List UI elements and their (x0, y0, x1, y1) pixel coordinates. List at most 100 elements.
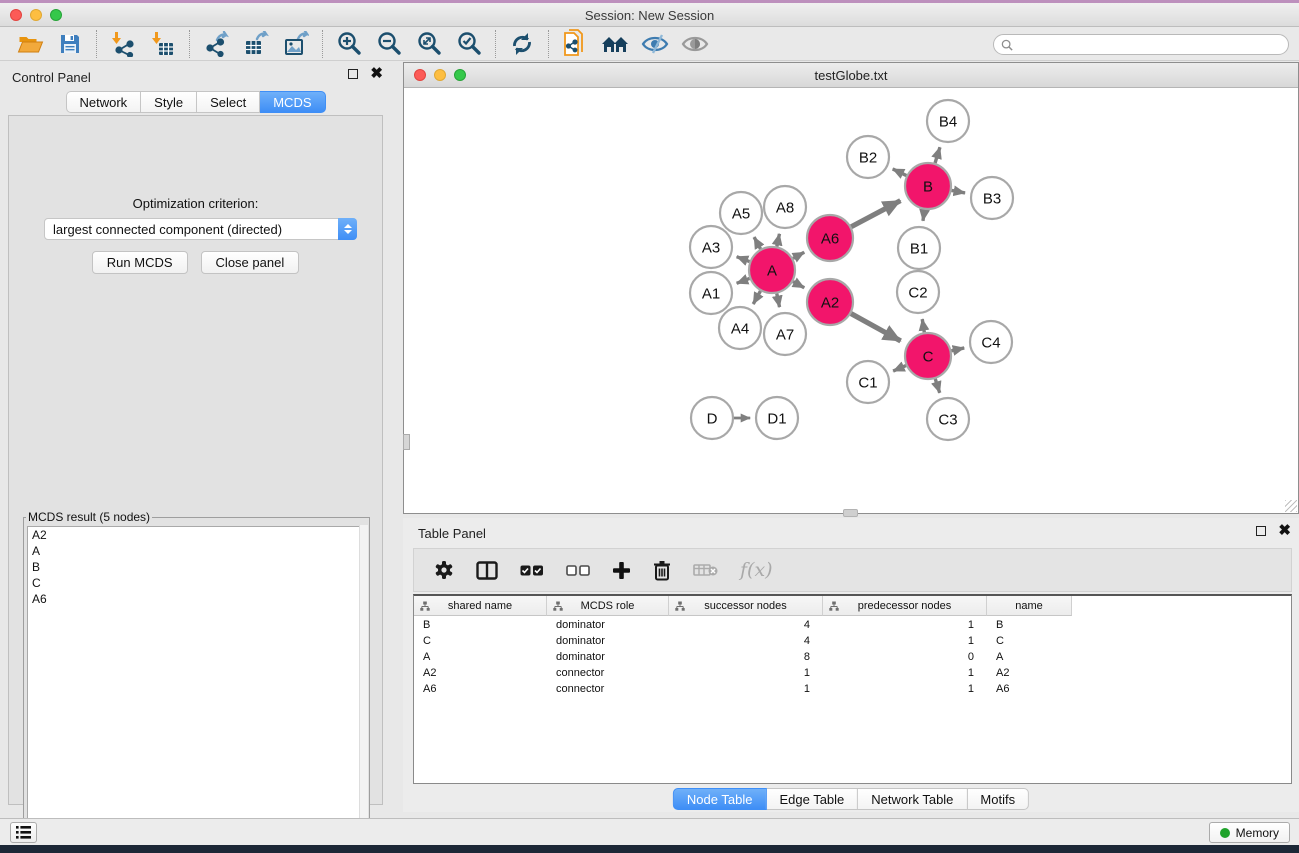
splitter-handle[interactable] (843, 509, 858, 517)
graph-edge-C-C1[interactable] (893, 366, 906, 372)
table-cell[interactable]: connector (547, 665, 669, 681)
column-header-MCDS-role[interactable]: MCDS role (547, 596, 669, 616)
table-cell[interactable]: A6 (414, 681, 547, 697)
graph-edge-A-A7[interactable] (777, 294, 780, 308)
table-cell[interactable]: B (987, 617, 1072, 633)
zoom-in-button[interactable] (329, 29, 369, 59)
column-header-shared-name[interactable]: shared name (414, 596, 547, 616)
network-canvas[interactable]: B4B2BB3A8A5A6A3B1AC2A1A2A4A7C4CC1C3DD1 (405, 89, 1297, 513)
graph-edge-A2-C[interactable] (851, 314, 901, 341)
graph-edge-A-A2[interactable] (793, 282, 804, 288)
table-row[interactable]: A6connector11A6 (414, 681, 1291, 697)
run-mcds-button[interactable]: Run MCDS (92, 251, 188, 274)
import-table-button[interactable] (143, 29, 183, 59)
export-table-button[interactable] (236, 29, 276, 59)
add-column-button[interactable] (612, 561, 631, 580)
open-file-button[interactable] (10, 29, 50, 59)
graph-edge-B-B2[interactable] (893, 169, 907, 176)
split-view-button[interactable] (476, 561, 498, 580)
criterion-dropdown[interactable]: largest connected component (directed) (44, 218, 357, 240)
table-cell[interactable]: A (987, 649, 1072, 665)
close-panel-icon[interactable]: ✖ (370, 69, 383, 79)
graph-edge-A-A1[interactable] (737, 278, 750, 283)
delete-table-button[interactable] (693, 563, 718, 577)
result-scrollbar[interactable] (359, 525, 368, 841)
zoom-selected-button[interactable] (449, 29, 489, 59)
close-panel-button[interactable]: Close panel (201, 251, 300, 274)
settings-gear-button[interactable] (434, 560, 454, 580)
graph-edge-A-A5[interactable] (754, 237, 760, 249)
zoom-out-button[interactable] (369, 29, 409, 59)
column-header-name[interactable]: name (987, 596, 1072, 616)
table-cell[interactable]: B (414, 617, 547, 633)
mcds-result-item[interactable]: A2 (28, 527, 365, 543)
export-network-button[interactable] (196, 29, 236, 59)
graph-edge-A-A6[interactable] (793, 252, 804, 258)
table-cell[interactable]: dominator (547, 633, 669, 649)
mcds-result-item[interactable]: C (28, 575, 365, 591)
frame-grip[interactable] (403, 434, 410, 450)
graph-edge-C-C3[interactable] (935, 379, 939, 393)
tab-network-table[interactable]: Network Table (858, 788, 967, 810)
deselect-all-button[interactable] (566, 565, 590, 576)
table-row[interactable]: Cdominator41C (414, 633, 1291, 649)
table-cell[interactable]: dominator (547, 617, 669, 633)
search-input[interactable] (1017, 38, 1288, 52)
table-cell[interactable]: 1 (823, 665, 987, 681)
function-builder-button[interactable]: f(x) (740, 559, 773, 581)
clone-network-button[interactable] (555, 29, 595, 59)
export-image-button[interactable] (276, 29, 316, 59)
mcds-result-item[interactable]: B (28, 559, 365, 575)
graph-edge-B-B1[interactable] (923, 210, 925, 221)
table-cell[interactable]: connector (547, 681, 669, 697)
graph-edge-A-A4[interactable] (753, 291, 760, 304)
table-row[interactable]: Adominator80A (414, 649, 1291, 665)
select-all-button[interactable] (520, 565, 544, 576)
table-cell[interactable]: A2 (414, 665, 547, 681)
table-cell[interactable]: 4 (669, 617, 823, 633)
tab-node-table[interactable]: Node Table (673, 788, 767, 810)
task-history-button[interactable] (10, 822, 37, 843)
table-cell[interactable]: 0 (823, 649, 987, 665)
tab-network[interactable]: Network (65, 91, 141, 113)
tab-style[interactable]: Style (141, 91, 197, 113)
table-cell[interactable]: C (414, 633, 547, 649)
table-cell[interactable]: 1 (823, 617, 987, 633)
column-header-predecessor-nodes[interactable]: predecessor nodes (823, 596, 987, 616)
graph-edge-C-C2[interactable] (922, 319, 924, 332)
table-cell[interactable]: A (414, 649, 547, 665)
column-header-successor-nodes[interactable]: successor nodes (669, 596, 823, 616)
table-cell[interactable]: 1 (823, 681, 987, 697)
table-cell[interactable]: 4 (669, 633, 823, 649)
float-table-panel-icon[interactable] (1256, 526, 1266, 536)
table-cell[interactable]: 1 (669, 665, 823, 681)
graph-edge-B-B4[interactable] (935, 147, 940, 163)
table-row[interactable]: A2connector11A2 (414, 665, 1291, 681)
mcds-result-item[interactable]: A (28, 543, 365, 559)
hide-selected-button[interactable] (635, 29, 675, 59)
graph-edge-C-C4[interactable] (951, 348, 964, 351)
mcds-result-item[interactable]: A6 (28, 591, 365, 607)
table-row[interactable]: Bdominator41B (414, 617, 1291, 633)
tab-motifs[interactable]: Motifs (967, 788, 1029, 810)
save-session-button[interactable] (50, 29, 90, 59)
zoom-fit-button[interactable] (409, 29, 449, 59)
table-cell[interactable]: 8 (669, 649, 823, 665)
close-table-panel-icon[interactable]: ✖ (1278, 526, 1291, 536)
graph-edge-A-A3[interactable] (737, 257, 750, 262)
home-button[interactable] (595, 29, 635, 59)
refresh-button[interactable] (502, 29, 542, 59)
float-panel-icon[interactable] (348, 69, 358, 79)
table-cell[interactable]: 1 (669, 681, 823, 697)
table-cell[interactable]: A6 (987, 681, 1072, 697)
tab-select[interactable]: Select (197, 91, 260, 113)
delete-column-button[interactable] (653, 560, 671, 581)
table-cell[interactable]: dominator (547, 649, 669, 665)
memory-button[interactable]: Memory (1209, 822, 1290, 843)
import-network-button[interactable] (103, 29, 143, 59)
table-cell[interactable]: A2 (987, 665, 1072, 681)
search-box[interactable] (993, 34, 1289, 55)
graph-edge-A-A8[interactable] (777, 234, 780, 247)
table-cell[interactable]: C (987, 633, 1072, 649)
frame-resize-grip[interactable] (1285, 500, 1297, 512)
